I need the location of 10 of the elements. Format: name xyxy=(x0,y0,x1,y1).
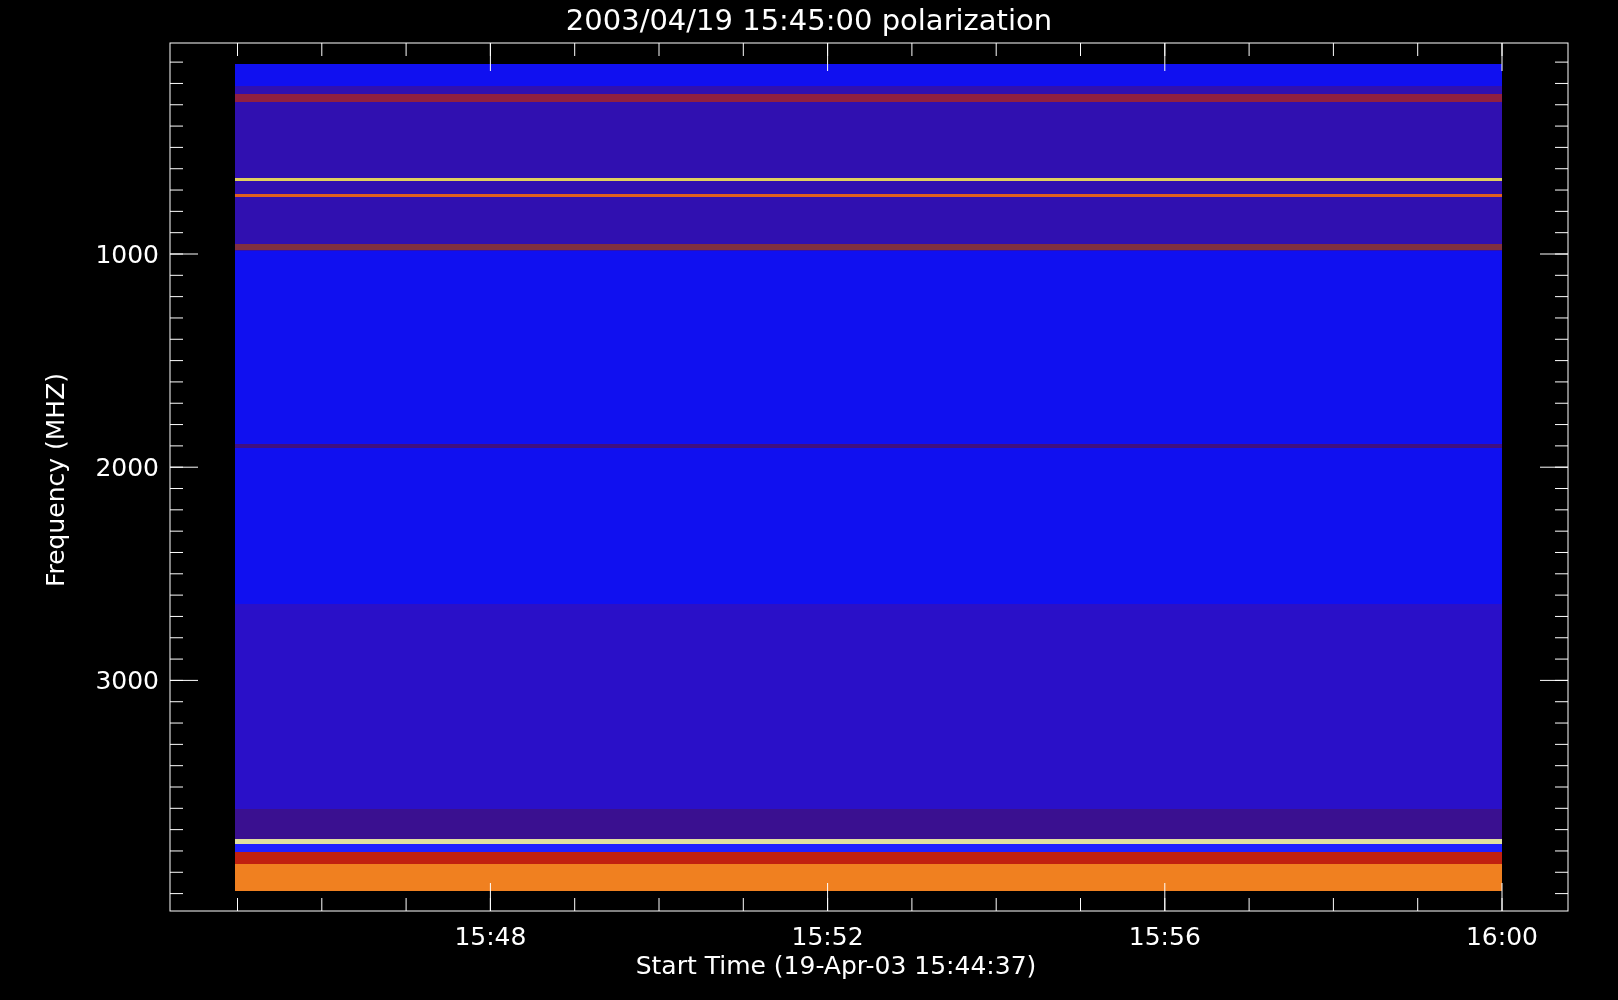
x-axis-title: Start Time (19-Apr-03 15:44:37) xyxy=(635,951,1037,980)
y-axis-title: Frequency (MHZ) xyxy=(41,372,70,588)
x-tick-label: 15:48 xyxy=(454,922,527,951)
y-tick-label: 3000 xyxy=(95,666,159,696)
x-tick-label: 15:52 xyxy=(791,922,864,951)
x-tick-label: 15:56 xyxy=(1128,922,1201,951)
plot-title: 2003/04/19 15:45:00 polarization xyxy=(565,3,1053,37)
y-tick-label: 1000 xyxy=(95,240,159,269)
y-tick-label: 2000 xyxy=(95,453,159,483)
x-tick-label: 16:00 xyxy=(1466,922,1538,951)
